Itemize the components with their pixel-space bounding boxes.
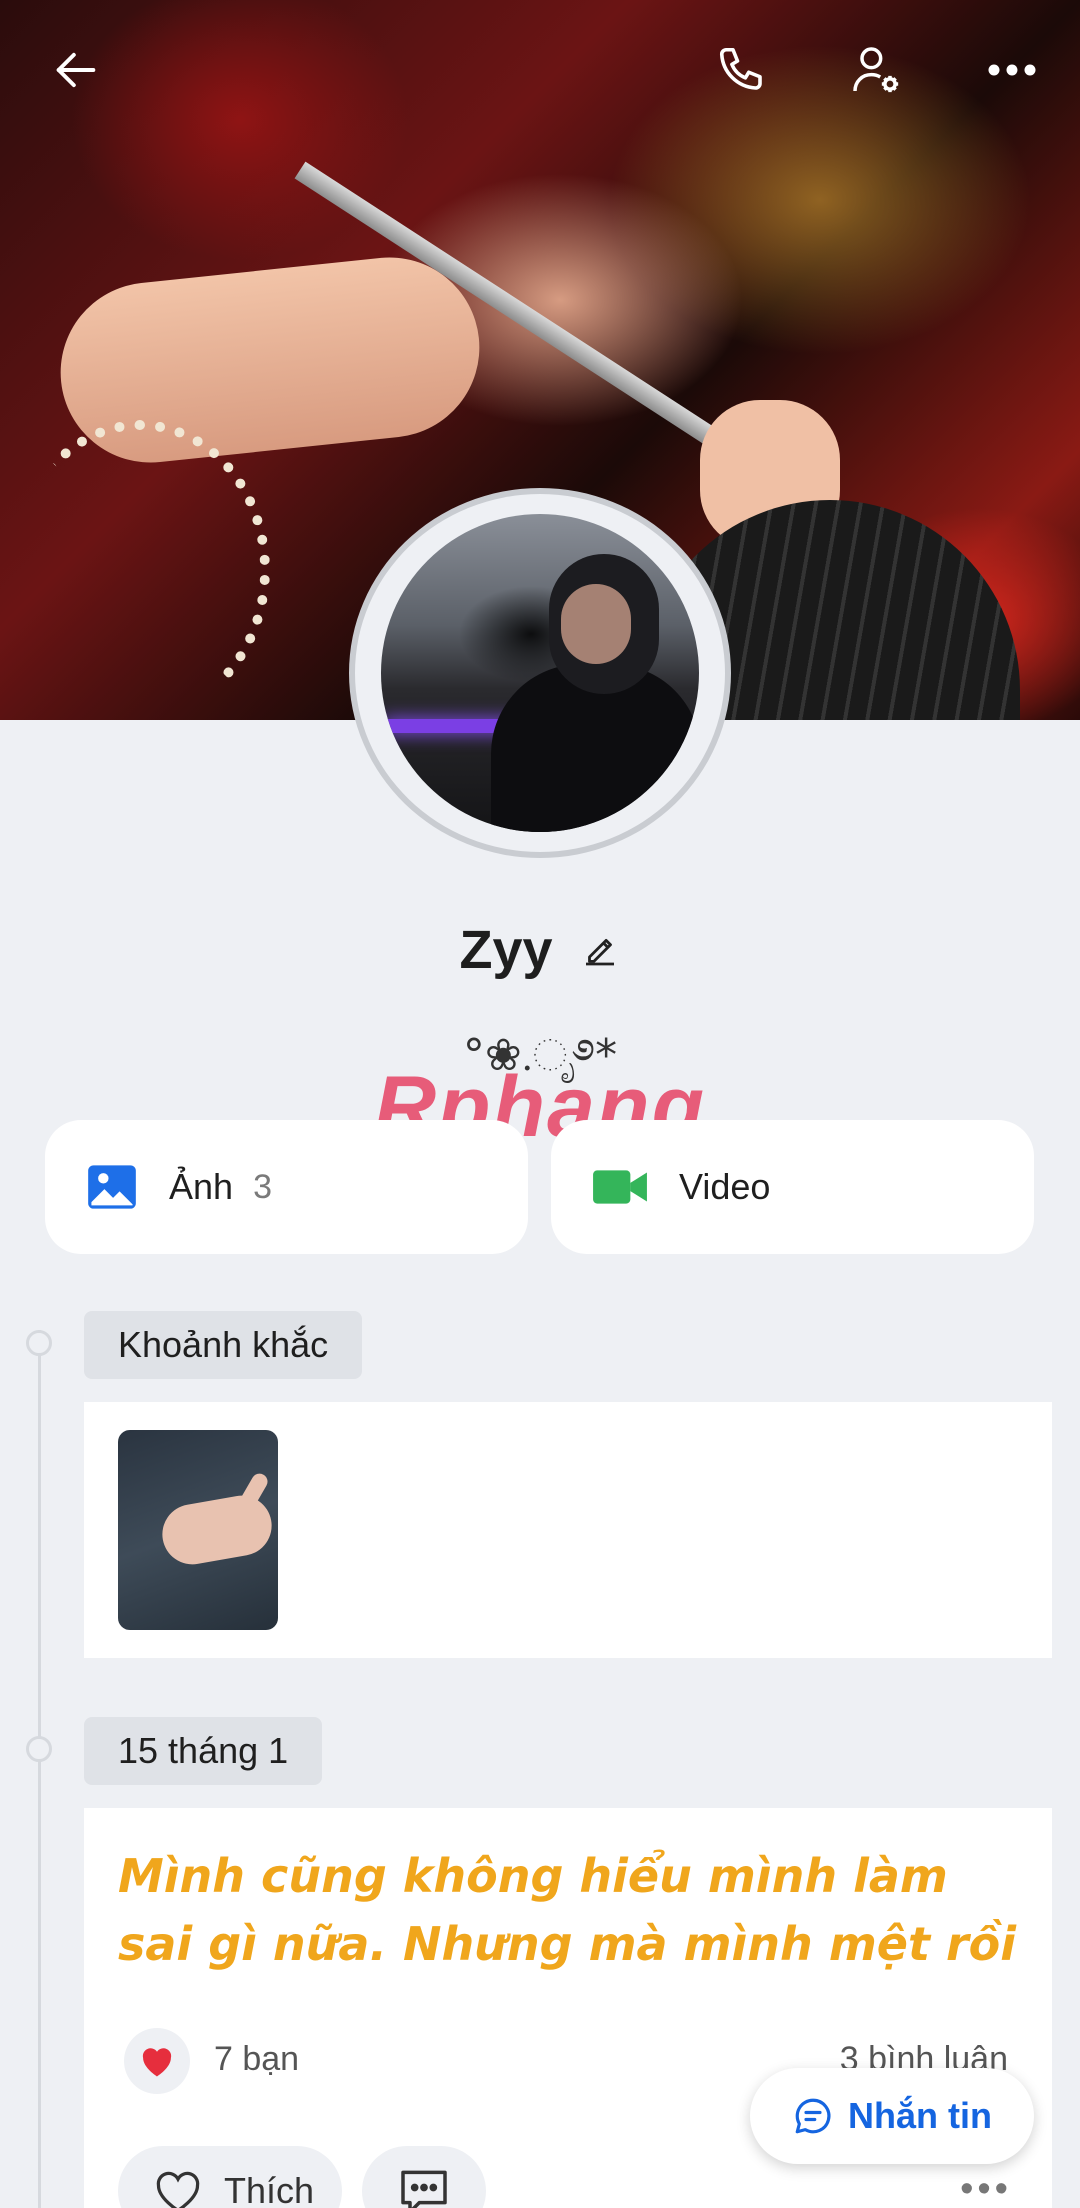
image-icon <box>88 1165 136 1209</box>
photos-label: Ảnh <box>169 1166 234 1207</box>
videos-card[interactable]: Video <box>551 1120 1034 1254</box>
timeline-dot <box>26 1736 52 1762</box>
timeline-line <box>38 1330 41 2208</box>
photos-count: 3 <box>253 1167 272 1206</box>
profile-name-row: Zyy <box>0 910 1080 990</box>
back-button[interactable] <box>36 30 116 110</box>
comment-button[interactable] <box>362 2146 486 2208</box>
more-horizontal-icon <box>988 64 1036 76</box>
arrow-left-icon <box>56 52 96 88</box>
date-header: 15 tháng 1 <box>84 1717 323 1785</box>
reaction-badge[interactable] <box>124 2028 190 2094</box>
moments-section <box>84 1402 1052 1658</box>
photos-card[interactable]: Ảnh 3 <box>45 1120 528 1254</box>
more-button[interactable] <box>972 30 1052 110</box>
chat-icon <box>795 2098 831 2134</box>
post-text: Mình cũng không hiểu mình làm sai gì nữa… <box>118 1849 1017 1971</box>
reaction-count[interactable]: 7 bạn <box>214 2040 299 2079</box>
message-label: Nhắn tin <box>848 2095 992 2136</box>
videos-label: Video <box>679 1166 771 1207</box>
like-label: Thích <box>224 2170 315 2208</box>
call-button[interactable] <box>702 30 782 110</box>
user-settings-icon <box>853 47 899 93</box>
comment-icon <box>401 2170 447 2208</box>
moment-thumbnail[interactable] <box>118 1430 278 1630</box>
post-more-button[interactable]: ••• <box>960 2168 1012 2208</box>
video-icon <box>593 1170 647 1204</box>
timeline-dot <box>26 1330 52 1356</box>
avatar <box>381 514 699 832</box>
avatar-frame[interactable] <box>349 488 731 858</box>
phone-icon <box>719 47 762 90</box>
profile-name: Zyy <box>459 920 553 980</box>
heart-icon <box>142 2048 172 2077</box>
cover-decor <box>10 420 270 720</box>
heart-outline-icon <box>156 2171 200 2208</box>
profile-settings-button[interactable] <box>836 30 916 110</box>
message-button[interactable]: Nhắn tin <box>750 2068 1034 2164</box>
moments-header: Khoảnh khắc <box>84 1311 363 1379</box>
like-button[interactable]: Thích <box>118 2146 342 2208</box>
edit-icon[interactable] <box>579 929 621 971</box>
